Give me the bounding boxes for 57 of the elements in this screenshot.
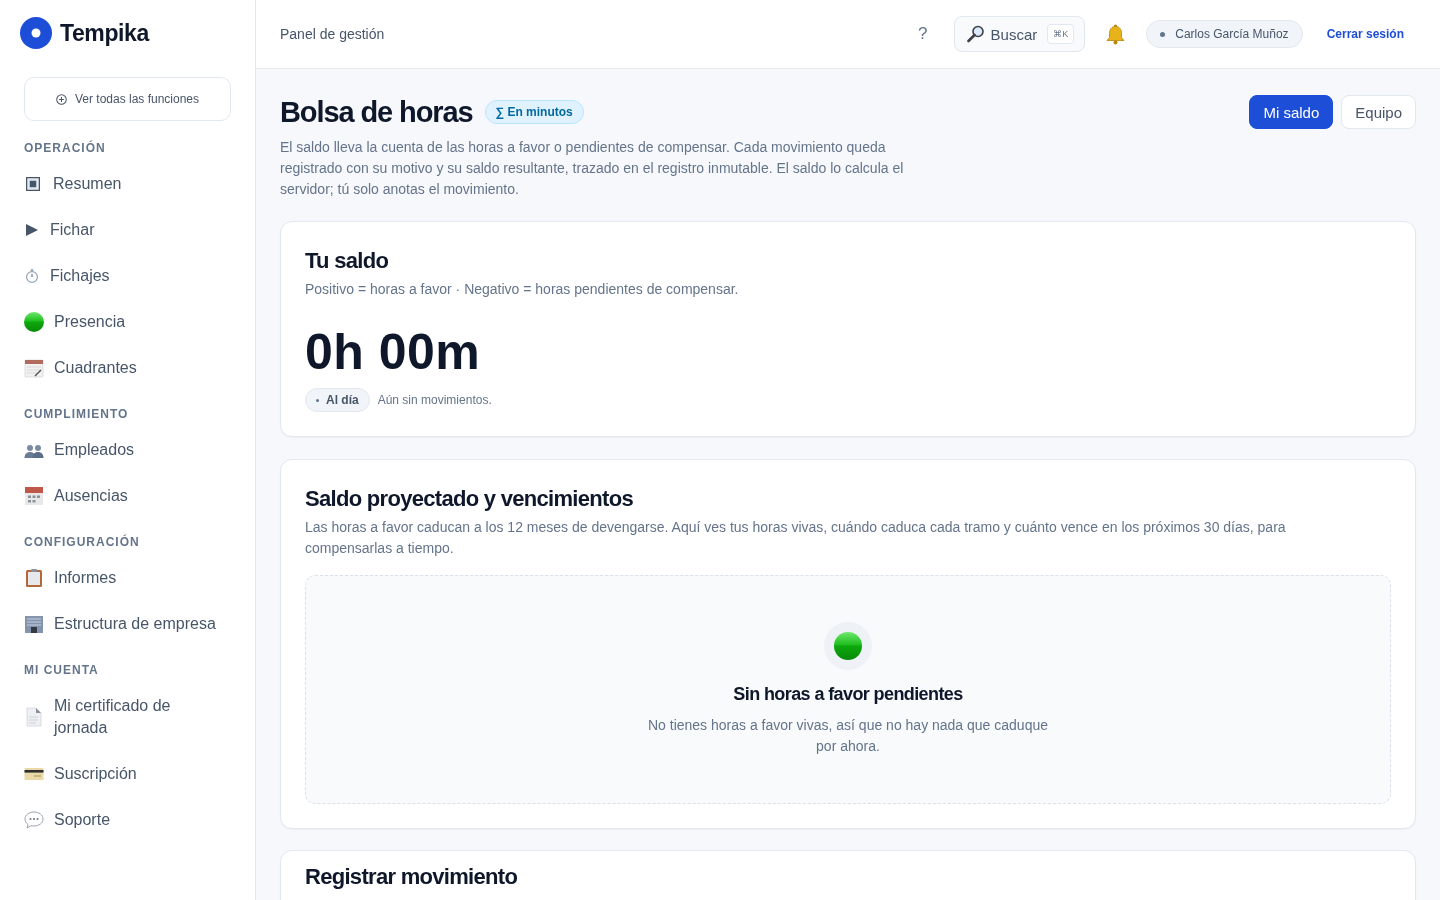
help-button[interactable]: ? [912, 22, 934, 46]
calendar-icon [24, 358, 44, 378]
status-label: Al día [326, 393, 359, 407]
sidebar-item[interactable]: Ausencias [24, 473, 231, 519]
tab[interactable]: Equipo [1341, 95, 1416, 129]
page-description: El saldo lleva la cuenta de las horas a favor o pendientes de compensar. Cada movimiento queda registrado con su motivo y su saldo resultante, trazado en el registro inmutable. El saldo lo calcula el servidor; tú solo anotas el movimiento. [280, 138, 905, 199]
sidebar-item[interactable]: Cuadrantes [24, 345, 231, 391]
tab[interactable]: Mi saldo [1249, 95, 1334, 129]
card-title: Registrar movimiento [305, 863, 519, 891]
status-note: Aún sin movimientos. [377, 393, 492, 407]
sidebar-item[interactable]: Estructura de empresa [24, 601, 231, 647]
stopwatch-icon [26, 269, 38, 283]
sidebar-item[interactable]: Mi certificado de jornada [24, 683, 231, 751]
dot-icon [316, 398, 319, 402]
play-icon [26, 224, 38, 236]
square-icon [26, 177, 40, 191]
user-pill[interactable]: Carlos García Muñoz [1146, 20, 1303, 48]
clipboard-icon [24, 568, 44, 588]
presence-dot-icon [24, 312, 44, 332]
building-icon [24, 614, 44, 634]
shortcut-key: ⌘K [1047, 24, 1075, 44]
logo-icon [20, 17, 52, 49]
document-icon [24, 707, 44, 727]
sidebar-item[interactable]: Suscripción [24, 751, 231, 797]
sidebar-item[interactable]: Informes [24, 555, 231, 601]
unit-badge: ∑ En minutos [484, 100, 584, 124]
empty-state-title: Sin horas a favor pendientes [733, 683, 963, 705]
sidebar-item[interactable]: Empleados [24, 427, 231, 473]
section-label: CUMPLIMIENTO [24, 407, 130, 421]
card-title: Tu saldo [305, 247, 390, 275]
status-dot-icon [824, 622, 872, 670]
card-description: Las horas a favor caducan a los 12 meses de devengarse. Aquí ves tus horas vivas, cuándo caduca cada tramo y cuánto vence en los próximos 30 días, para compensarlas a tiempo. [305, 518, 1287, 558]
search-icon [966, 25, 985, 43]
user-name: Carlos García Muñoz [1175, 27, 1289, 41]
card-title: Saldo proyectado y vencimientos [305, 485, 634, 513]
sidebar-item[interactable]: Resumen [24, 161, 231, 207]
balance-amount: 0h 00m [305, 323, 482, 381]
sidebar-item[interactable]: Fichar [24, 207, 231, 253]
page-title: Bolsa de horas [280, 95, 473, 129]
section-label: MI CUENTA [24, 663, 100, 677]
breadcrumb: Panel de gestión [280, 26, 385, 42]
sidebar-item[interactable]: Presencia [24, 299, 231, 345]
logout-link[interactable]: Cerrar sesión [1326, 27, 1404, 41]
calendar-icon [24, 486, 44, 506]
sidebar-item[interactable]: Fichajes [24, 253, 231, 299]
section-label: CONFIGURACIÓN [24, 535, 141, 549]
brand-name: Tempika [60, 19, 149, 47]
all-features-button[interactable]: Ver todas las funciones [24, 77, 231, 121]
section-label: OPERACIÓN [24, 141, 107, 155]
empty-state-message: No tienes horas a favor vivas, así que no hay nada que caduque por ahora. [646, 716, 1049, 756]
dot-icon [1160, 31, 1166, 37]
plus-circle-icon [55, 93, 67, 105]
card-subtitle: Positivo = horas a favor · Negativo = horas pendientes de compensar. [305, 280, 740, 299]
speech-bubble-icon [24, 810, 44, 830]
bell-icon[interactable] [1105, 23, 1127, 45]
sidebar-item[interactable]: Soporte [24, 797, 231, 843]
search-button[interactable]: Buscar ⌘K [953, 16, 1086, 52]
